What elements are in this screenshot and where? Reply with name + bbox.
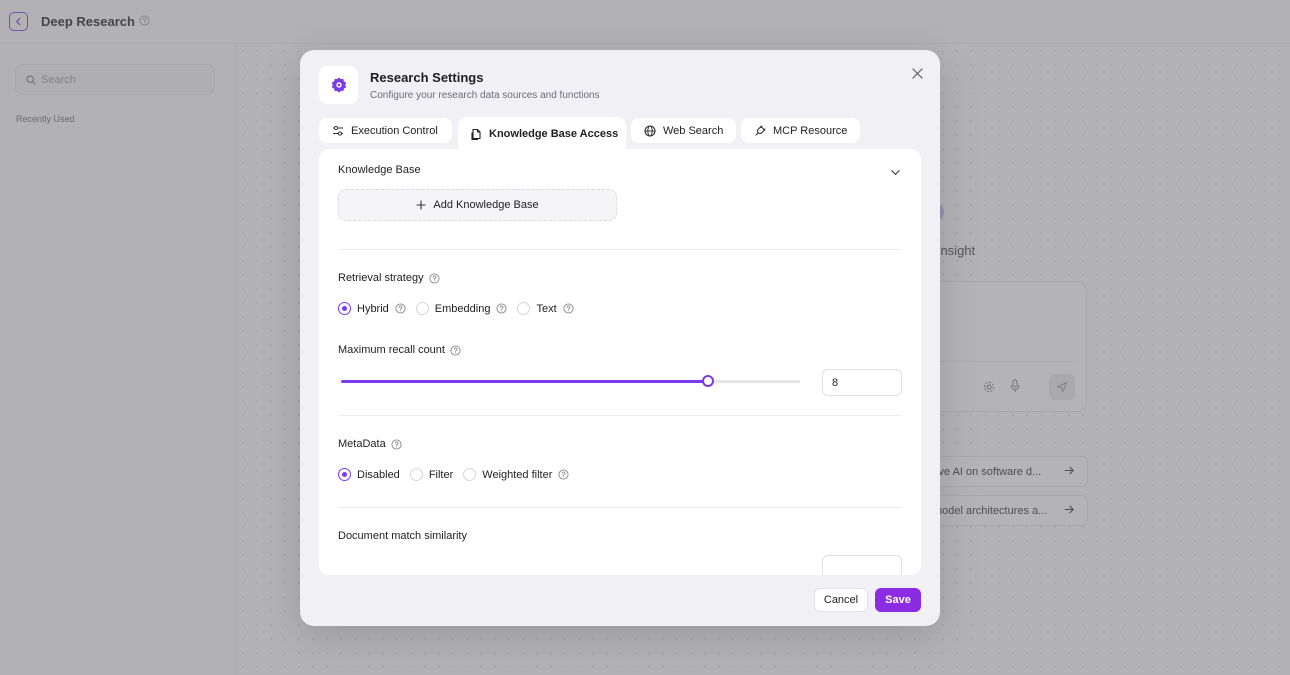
gear-icon — [331, 77, 346, 93]
radio-text[interactable]: Text — [517, 302, 574, 315]
plus-icon — [416, 200, 426, 210]
help-icon[interactable] — [391, 438, 402, 450]
tab-label: Knowledge Base Access — [489, 127, 619, 140]
radio-dot — [338, 302, 351, 315]
doc-similarity-label: Document match similarity — [338, 530, 467, 542]
radio-dot — [415, 302, 429, 315]
radio-label: Disabled — [357, 468, 400, 481]
section-title: Retrieval strategy — [338, 272, 424, 284]
metadata-label: MetaData — [338, 438, 402, 450]
help-icon[interactable] — [496, 303, 507, 314]
section-divider — [338, 507, 902, 508]
radio-dot — [409, 468, 423, 481]
section-title: Document match similarity — [338, 530, 467, 542]
globe-icon — [644, 124, 656, 137]
radio-label: Filter — [428, 468, 454, 481]
radio-label: Hybrid — [357, 302, 389, 315]
settings-badge — [319, 66, 358, 104]
radio-dot — [463, 468, 477, 481]
section-title: Knowledge Base — [338, 164, 421, 176]
max-recall-input[interactable] — [822, 369, 902, 396]
section-title: Maximum recall count — [338, 344, 445, 356]
tab-web-search[interactable]: Web Search — [631, 118, 736, 143]
slider-fill — [341, 380, 709, 383]
retrieval-strategy-options: Hybrid Embedding Text — [338, 302, 584, 315]
radio-dot — [517, 302, 531, 315]
section-divider — [338, 415, 902, 416]
help-icon[interactable] — [395, 303, 406, 314]
chevron-down-icon[interactable] — [890, 165, 901, 183]
help-icon[interactable] — [558, 469, 569, 480]
radio-label: Weighted filter — [482, 468, 553, 481]
similarity-input[interactable] — [822, 555, 902, 575]
radio-filter[interactable]: Filter — [409, 468, 454, 481]
knowledge-base-panel: Knowledge Base Add Knowledge Base Retrie… — [319, 149, 921, 575]
metadata-options: Disabled Filter Weighted filter — [338, 468, 579, 481]
help-icon[interactable] — [563, 303, 574, 314]
sliders-icon — [333, 125, 343, 136]
add-knowledge-base-button[interactable]: Add Knowledge Base — [338, 189, 617, 221]
plug-icon — [755, 124, 766, 136]
section-title: MetaData — [338, 438, 386, 450]
tab-knowledge-base-access[interactable]: Knowledge Base Access — [458, 117, 626, 150]
close-button[interactable] — [909, 65, 925, 81]
modal-subtitle: Configure your research data sources and… — [370, 90, 600, 101]
tab-label: Web Search — [663, 124, 724, 137]
radio-embedding[interactable]: Embedding — [415, 302, 508, 315]
save-button[interactable]: Save — [875, 588, 921, 612]
research-settings-modal: Research Settings Configure your researc… — [300, 50, 940, 626]
knowledge-base-label: Knowledge Base — [338, 164, 421, 176]
add-button-label: Add Knowledge Base — [433, 199, 539, 211]
close-icon — [911, 67, 923, 79]
section-divider — [338, 249, 902, 250]
tab-execution-control[interactable]: Execution Control — [319, 118, 452, 143]
help-icon[interactable] — [450, 344, 461, 356]
slider-handle[interactable] — [702, 375, 715, 387]
radio-disabled[interactable]: Disabled — [338, 468, 400, 481]
radio-label: Embedding — [434, 302, 491, 315]
modal-title: Research Settings — [370, 70, 484, 85]
radio-hybrid[interactable]: Hybrid — [338, 302, 406, 315]
tab-label: MCP Resource — [773, 124, 848, 137]
tab-mcp-resource[interactable]: MCP Resource — [741, 118, 860, 143]
radio-dot — [338, 468, 351, 481]
retrieval-strategy-label: Retrieval strategy — [338, 272, 440, 284]
cancel-button[interactable]: Cancel — [814, 588, 868, 612]
max-recall-label: Maximum recall count — [338, 344, 461, 356]
radio-label: Text — [536, 302, 557, 315]
radio-weighted-filter[interactable]: Weighted filter — [463, 468, 569, 481]
max-recall-slider[interactable] — [341, 375, 800, 387]
tab-label: Execution Control — [351, 124, 438, 137]
document-icon — [471, 128, 481, 140]
help-icon[interactable] — [429, 272, 440, 284]
